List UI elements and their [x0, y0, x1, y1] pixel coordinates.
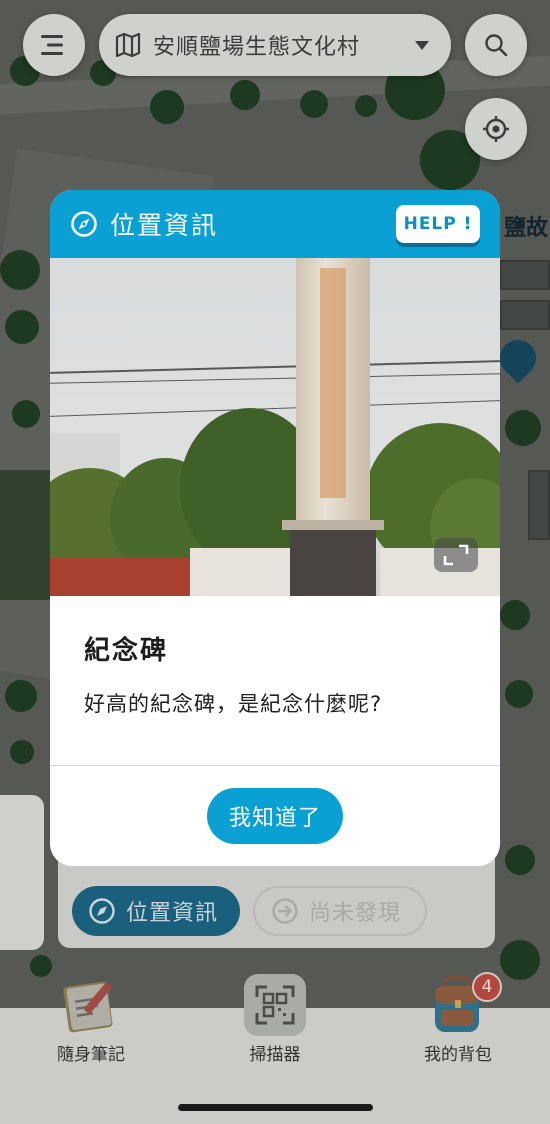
expand-icon: [443, 544, 469, 566]
place-selector-value: 安順鹽場生態文化村: [153, 35, 361, 60]
compass-icon: [89, 898, 115, 924]
tab-notebook[interactable]: 隨身筆記: [21, 981, 161, 1065]
place-selector[interactable]: 安順鹽場生態文化村: [99, 14, 451, 76]
tab-scanner[interactable]: 掃描器: [205, 974, 345, 1065]
expand-photo-button[interactable]: [434, 538, 478, 572]
side-card: [0, 795, 44, 950]
crosshair-icon: [483, 116, 509, 142]
modal-divider: [50, 765, 500, 766]
place-photo[interactable]: [50, 258, 500, 596]
tab-notebook-label: 隨身筆記: [57, 1045, 125, 1065]
modal-header: 位置資訊 HELP !: [50, 190, 500, 258]
map-icon: [115, 33, 141, 57]
backpack-badge: 4: [472, 972, 502, 1002]
location-info-chip-label: 位置資訊: [126, 901, 219, 926]
compass-icon: [71, 211, 97, 237]
tab-backpack-label: 我的背包: [424, 1045, 492, 1065]
got-it-button[interactable]: 我知道了: [207, 788, 343, 844]
menu-button[interactable]: [23, 14, 85, 76]
place-name: 紀念碑: [84, 636, 169, 666]
arrow-right-circle-icon: [272, 898, 298, 924]
home-indicator: [178, 1104, 373, 1111]
qr-scanner-icon: [244, 974, 306, 1036]
location-info-modal: 位置資訊 HELP ! 紀念碑 好高的紀念碑，是紀念什麼呢? 我知道了: [50, 190, 500, 866]
modal-title: 位置資訊: [110, 211, 219, 240]
place-description: 好高的紀念碑，是紀念什麼呢?: [84, 692, 383, 716]
help-button[interactable]: HELP !: [396, 205, 480, 243]
locate-me-button[interactable]: [465, 98, 527, 160]
menu-icon: [41, 35, 63, 55]
location-info-chip[interactable]: 位置資訊: [72, 886, 240, 936]
search-button[interactable]: [465, 14, 527, 76]
tab-backpack[interactable]: 4 我的背包: [388, 972, 528, 1065]
notebook-icon: [60, 974, 122, 1036]
tab-scanner-label: 掃描器: [249, 1045, 301, 1065]
search-icon: [485, 34, 508, 57]
undiscovered-chip-label: 尚未發現: [309, 901, 402, 926]
undiscovered-chip[interactable]: 尚未發現: [253, 886, 427, 936]
chevron-down-icon: [415, 40, 429, 50]
